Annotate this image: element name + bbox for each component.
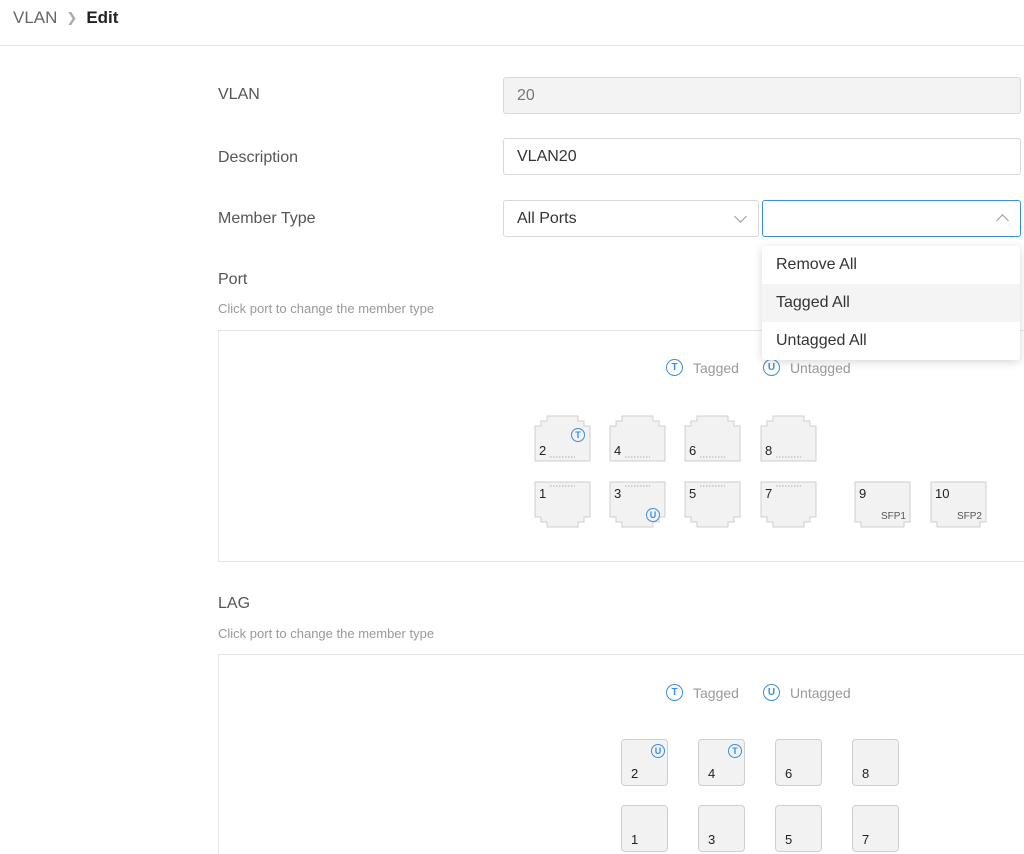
port-number: 9 — [859, 486, 867, 501]
port-section-title: Port — [218, 271, 248, 288]
member-scope-value: All Ports — [517, 209, 577, 227]
tagged-icon: T — [666, 684, 683, 701]
dropdown-option-tagged-all[interactable]: Tagged All — [762, 284, 1020, 322]
port-2[interactable]: 2T — [534, 415, 591, 462]
lag-5[interactable]: 5 — [775, 805, 822, 852]
untagged-icon: U — [762, 359, 780, 376]
port-number: 8 — [862, 766, 870, 781]
port-number: 4 — [614, 443, 622, 458]
port-number: 5 — [785, 832, 793, 847]
port-number: 5 — [689, 486, 697, 501]
tagged-icon: T — [666, 359, 683, 376]
port-1[interactable]: 1 — [534, 481, 591, 528]
untagged-icon: U — [762, 684, 780, 701]
port-6[interactable]: 6 — [684, 415, 741, 462]
port-number: 6 — [689, 443, 697, 458]
member-type-label: Member Type — [218, 210, 316, 227]
port-number: 1 — [631, 832, 639, 847]
port-7[interactable]: 7 — [760, 481, 817, 528]
vlan-label: VLAN — [218, 86, 260, 103]
breadcrumb: VLAN ❯ Edit — [13, 8, 118, 28]
sfp-port-9[interactable]: 9 SFP1 — [854, 481, 911, 528]
lag-2[interactable]: 2U — [621, 739, 668, 786]
vlan-id-field: 20 — [503, 77, 1021, 114]
port-number: 1 — [539, 486, 547, 501]
sfp-label: SFP2 — [956, 511, 982, 522]
port-number: 2 — [631, 766, 639, 781]
port-3[interactable]: 3U — [609, 481, 666, 528]
port-number: 3 — [614, 486, 622, 501]
port-number: 7 — [862, 832, 870, 847]
description-input[interactable]: VLAN20 — [503, 138, 1021, 175]
untagged-icon: U — [651, 744, 665, 758]
port-legend: T Tagged U Untagged — [666, 359, 875, 376]
breadcrumb-vlan-link[interactable]: VLAN — [13, 8, 57, 28]
lag-6[interactable]: 6 — [775, 739, 822, 786]
tagged-legend-label: Tagged — [693, 684, 739, 701]
port-number: 10 — [935, 486, 950, 501]
chevron-up-icon — [996, 214, 1009, 227]
lag-section-title: LAG — [218, 595, 251, 612]
dropdown-option-remove-all[interactable]: Remove All — [762, 246, 1020, 284]
lag-section-hint: Click port to change the member type — [218, 626, 435, 641]
port-4[interactable]: 4 — [609, 415, 666, 462]
member-action-dropdown: Remove All Tagged All Untagged All — [762, 246, 1020, 360]
member-action-select[interactable] — [762, 200, 1021, 237]
port-8[interactable]: 8 — [760, 415, 817, 462]
lag-7[interactable]: 7 — [852, 805, 899, 852]
untagged-icon: U — [646, 508, 660, 522]
page-header: VLAN ❯ Edit — [0, 0, 1024, 46]
description-value: VLAN20 — [517, 147, 577, 165]
port-number: 3 — [708, 832, 716, 847]
breadcrumb-chevron-icon: ❯ — [66, 10, 78, 25]
port-number: 7 — [765, 486, 773, 501]
port-number: 6 — [785, 766, 793, 781]
description-label: Description — [218, 149, 299, 166]
breadcrumb-current: Edit — [86, 8, 119, 27]
lag-8[interactable]: 8 — [852, 739, 899, 786]
port-number: 8 — [765, 443, 773, 458]
tagged-legend-label: Tagged — [693, 359, 739, 376]
port-section-hint: Click port to change the member type — [218, 301, 435, 316]
lag-legend: T Tagged U Untagged — [666, 684, 875, 701]
port-number: 4 — [708, 766, 716, 781]
tagged-icon: T — [571, 428, 585, 442]
sfp-label: SFP1 — [880, 511, 906, 522]
untagged-legend-label: Untagged — [789, 684, 851, 701]
lag-4[interactable]: 4T — [698, 739, 745, 786]
lag-1[interactable]: 1 — [621, 805, 668, 852]
port-5[interactable]: 5 — [684, 481, 741, 528]
chevron-down-icon — [734, 209, 747, 223]
member-scope-select[interactable]: All Ports — [503, 200, 759, 237]
lag-3[interactable]: 3 — [698, 805, 745, 852]
tagged-icon: T — [728, 744, 742, 758]
untagged-legend-label: Untagged — [789, 359, 851, 376]
dropdown-option-untagged-all[interactable]: Untagged All — [762, 322, 1020, 360]
sfp-port-10[interactable]: 10 SFP2 — [930, 481, 987, 528]
port-number: 2 — [539, 443, 547, 458]
